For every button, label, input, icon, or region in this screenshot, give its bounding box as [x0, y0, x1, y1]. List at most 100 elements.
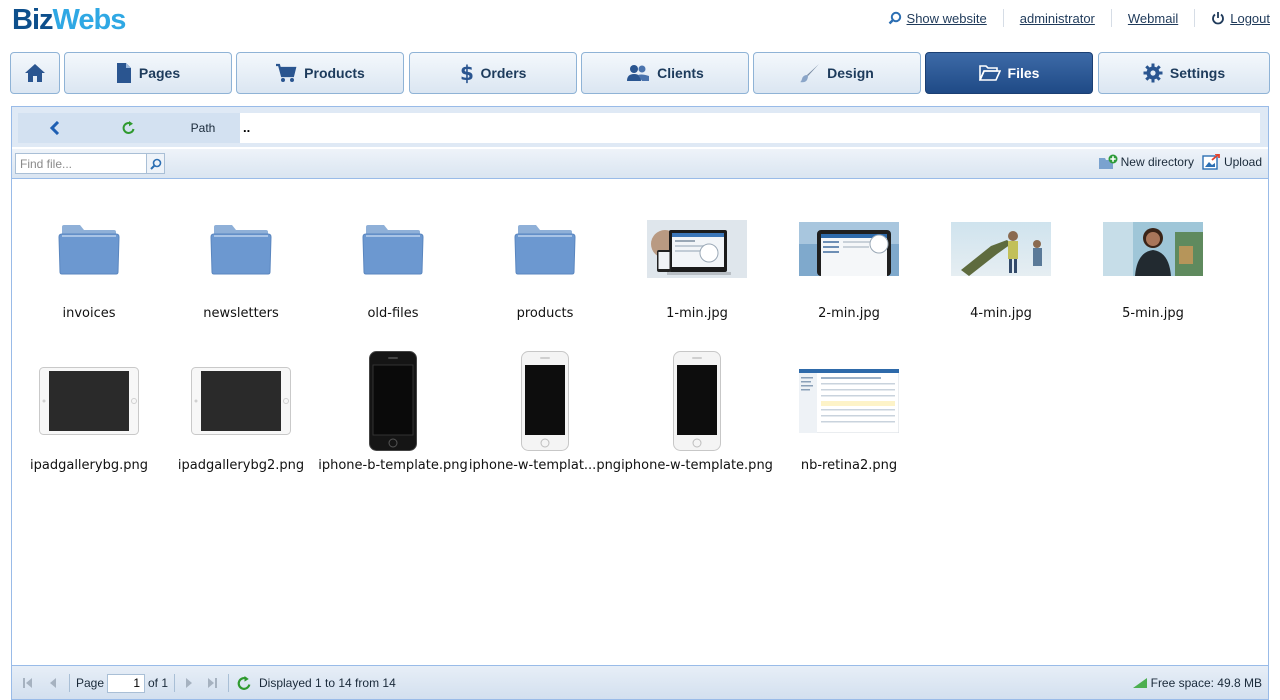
new-directory-button[interactable]: New directory	[1098, 154, 1194, 170]
image-thumbnail-icon	[647, 220, 747, 278]
toolbar-actions: New directory Upload	[1091, 154, 1262, 170]
next-page-icon	[186, 678, 192, 688]
next-page-button[interactable]	[184, 666, 194, 700]
file-name: 1-min.jpg	[666, 306, 728, 321]
folder-item[interactable]: invoices	[13, 179, 165, 331]
file-thumbnail	[165, 191, 317, 307]
first-page-button[interactable]	[22, 666, 34, 700]
file-name: old-files	[367, 306, 419, 321]
file-grid: invoices newsletters old-files products 1-mi…	[12, 179, 1268, 665]
refresh-list-button[interactable]	[237, 666, 252, 700]
folder-item[interactable]: newsletters	[165, 179, 317, 331]
refresh-icon	[237, 675, 251, 690]
bizwebs-logo[interactable]: BizWebs	[12, 4, 127, 37]
file-thumbnail	[469, 191, 621, 307]
file-thumbnail	[621, 191, 773, 307]
file-thumbnail	[165, 343, 317, 459]
footer-divider	[228, 674, 229, 692]
folder-item[interactable]: old-files	[317, 179, 469, 331]
path-label: Path	[190, 121, 216, 135]
file-item[interactable]: nb-retina2.png	[773, 331, 925, 483]
webmail-link[interactable]: Webmail	[1112, 11, 1194, 26]
upload-icon	[1202, 154, 1220, 170]
phone-frame-icon	[369, 351, 417, 451]
file-name: 5-min.jpg	[1122, 306, 1184, 321]
page-label: Page	[76, 676, 105, 690]
new-directory-label: New directory	[1120, 155, 1194, 169]
tab-orders[interactable]: $ Orders	[409, 52, 577, 94]
folder-icon	[210, 225, 272, 275]
tab-home[interactable]	[10, 52, 60, 94]
folder-open-icon	[978, 65, 1001, 81]
file-item[interactable]: iphone-w-templat...png	[469, 331, 621, 483]
image-thumbnail-icon	[799, 222, 899, 276]
tab-settings[interactable]: Settings	[1098, 52, 1270, 94]
last-page-button[interactable]	[206, 666, 218, 700]
upload-button[interactable]: Upload	[1202, 154, 1262, 170]
file-item[interactable]: ipadgallerybg.png	[13, 331, 165, 483]
upload-label: Upload	[1223, 155, 1262, 169]
file-name: products	[516, 306, 574, 321]
image-thumbnail-icon	[951, 222, 1051, 276]
path-buttons: Path	[18, 113, 240, 143]
cart-icon	[276, 63, 297, 82]
page-input-wrap	[107, 666, 145, 700]
current-path[interactable]: ..	[240, 113, 1260, 143]
displayed-status: Displayed 1 to 14 from 14	[259, 676, 396, 690]
tab-clients[interactable]: Clients	[581, 52, 749, 94]
search-button[interactable]	[146, 154, 164, 173]
tablet-frame-icon	[191, 367, 291, 435]
file-name: iphone-b-template.png	[318, 458, 468, 473]
tab-design[interactable]: Design	[753, 52, 921, 94]
tab-clients-label: Clients	[657, 65, 704, 81]
logo-part-webs: Webs	[52, 4, 127, 36]
tab-files[interactable]: Files	[925, 52, 1093, 94]
file-thumbnail	[773, 343, 925, 459]
file-item[interactable]: 4-min.jpg	[925, 179, 1077, 331]
refresh-button[interactable]	[92, 113, 166, 143]
file-thumbnail	[317, 191, 469, 307]
file-thumbnail	[1077, 191, 1229, 307]
tab-orders-label: Orders	[480, 65, 527, 81]
free-space-status: Free space: 49.8 MB	[1132, 666, 1262, 700]
file-name: invoices	[62, 306, 116, 321]
file-name: nb-retina2.png	[800, 458, 898, 473]
prev-page-icon	[50, 678, 56, 688]
file-item[interactable]: iphone-w-template.png	[621, 331, 773, 483]
free-space-label: Free space: 49.8 MB	[1150, 676, 1262, 690]
tab-products[interactable]: Products	[236, 52, 404, 94]
phone-frame-icon	[673, 351, 721, 451]
tab-files-label: Files	[1007, 65, 1040, 81]
file-name: ipadgallerybg2.png	[177, 458, 305, 473]
logout-link[interactable]: Logout	[1195, 11, 1270, 26]
file-toolbar: New directory Upload	[12, 149, 1268, 179]
top-links: Show website administrator Webmail Logou…	[872, 9, 1270, 27]
prev-page-button[interactable]	[48, 666, 58, 700]
folder-item[interactable]: products	[469, 179, 621, 331]
logo-part-biz: Biz	[12, 4, 53, 36]
file-item[interactable]: iphone-b-template.png	[317, 331, 469, 483]
page-icon	[116, 63, 131, 83]
file-item[interactable]: 2-min.jpg	[773, 179, 925, 331]
file-item[interactable]: ipadgallerybg2.png	[165, 331, 317, 483]
tab-pages[interactable]: Pages	[64, 52, 232, 94]
file-name: iphone-w-templat...png	[468, 458, 622, 473]
file-item[interactable]: 1-min.jpg	[621, 179, 773, 331]
footer-divider	[69, 674, 70, 692]
file-thumbnail	[773, 191, 925, 307]
file-thumbnail	[469, 343, 621, 459]
back-button[interactable]	[18, 113, 92, 143]
user-link[interactable]: administrator	[1004, 11, 1111, 26]
file-name: newsletters	[203, 306, 279, 321]
show-website-link[interactable]: Show website	[872, 11, 1003, 26]
brush-icon	[800, 64, 820, 83]
find-file-input[interactable]	[16, 154, 146, 173]
svg-text:$: $	[460, 62, 474, 84]
tab-design-label: Design	[827, 65, 874, 81]
first-page-icon	[23, 678, 32, 688]
home-icon	[25, 64, 45, 82]
dollar-icon: $	[460, 62, 474, 84]
file-item[interactable]: 5-min.jpg	[1077, 179, 1229, 331]
file-thumbnail	[317, 343, 469, 459]
page-number-input[interactable]	[107, 673, 145, 693]
